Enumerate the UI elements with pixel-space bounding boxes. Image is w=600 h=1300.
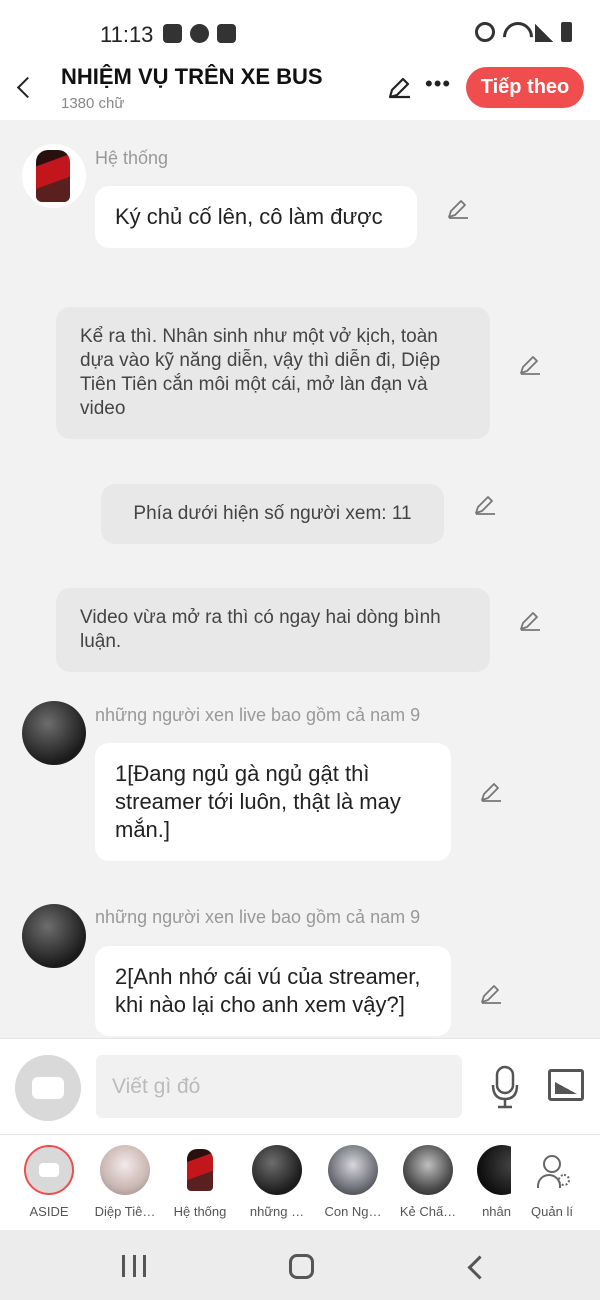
status-bar: 11:13 — [0, 0, 600, 60]
character-aside[interactable]: ASIDE — [13, 1145, 85, 1219]
character-diep-tien[interactable]: Diệp Tiê… — [89, 1145, 161, 1219]
message-bubble[interactable]: 2[Anh nhớ cái vú của streamer, khi nào l… — [95, 946, 451, 1036]
pencil-icon — [481, 985, 501, 1004]
input-bar — [0, 1038, 600, 1134]
more-icon: ••• — [425, 71, 452, 96]
back-button[interactable] — [12, 72, 36, 102]
avatar — [100, 1145, 150, 1195]
character-label: Hệ thống — [173, 1204, 227, 1219]
home-button[interactable] — [289, 1254, 314, 1279]
notification-icons — [163, 24, 236, 43]
system-icons — [475, 22, 572, 42]
character-strip: ASIDE Diệp Tiê… Hệ thống những … Con Ng…… — [0, 1134, 600, 1230]
character-label: Con Ng… — [324, 1204, 382, 1219]
word-count: 1380 chữ — [61, 95, 125, 112]
aside-toggle-button[interactable] — [15, 1055, 81, 1121]
character-label: những … — [249, 1204, 305, 1219]
next-button[interactable]: Tiếp theo — [466, 67, 584, 108]
pencil-icon — [388, 77, 410, 99]
manage-label: Quản lí — [531, 1204, 573, 1219]
character-he-thong[interactable]: Hệ thống — [164, 1145, 236, 1219]
alarm-icon — [475, 22, 495, 42]
edit-title-button[interactable] — [386, 75, 412, 101]
voice-input-button[interactable] — [490, 1065, 520, 1109]
narration-bubble[interactable]: Phía dưới hiện số người xem: 11 — [101, 484, 444, 544]
narration-bubble[interactable]: Kể ra thì. Nhân sinh như một vở kịch, to… — [56, 307, 490, 439]
message-bubble[interactable]: 1[Đang ngủ gà ngủ gật thì streamer tới l… — [95, 743, 451, 861]
character-label: Kẻ Chấ… — [399, 1204, 457, 1219]
aside-icon — [32, 1077, 64, 1099]
avatar — [403, 1145, 453, 1195]
avatar — [175, 1145, 225, 1195]
edit-message-button[interactable] — [446, 197, 470, 221]
wifi-icon — [503, 22, 527, 42]
pencil-icon — [481, 783, 501, 802]
avatar — [252, 1145, 302, 1195]
avatar-viewers[interactable] — [22, 701, 86, 765]
sender-name: những người xen live bao gồm cả nam 9 — [95, 907, 421, 927]
character-nhan[interactable]: nhân — [455, 1145, 511, 1219]
image-icon[interactable] — [548, 1069, 584, 1101]
pencil-icon — [448, 200, 468, 219]
status-time: 11:13 — [100, 22, 154, 47]
edit-message-button[interactable] — [479, 982, 503, 1006]
character-ke-cha[interactable]: Kẻ Chấ… — [392, 1145, 464, 1219]
messenger-notification-icon — [190, 24, 209, 43]
edit-message-button[interactable] — [518, 609, 542, 633]
avatar-he-thong[interactable] — [22, 144, 86, 208]
manage-characters-button[interactable]: Quản lí — [516, 1145, 588, 1219]
sender-name: Hệ thống — [95, 148, 169, 168]
more-options-button[interactable]: ••• — [425, 73, 451, 101]
sender-name: những người xen live bao gồm cả nam 9 — [95, 705, 421, 725]
edit-message-button[interactable] — [518, 353, 542, 377]
narration-bubble[interactable]: Video vừa mở ra thì có ngay hai dòng bìn… — [56, 588, 490, 672]
message-bubble[interactable]: Ký chủ cố lên, cô làm được — [95, 186, 417, 248]
pencil-icon — [520, 356, 540, 375]
character-label: nhân — [482, 1204, 511, 1219]
page-title: NHIỆM VỤ TRÊN XE BUS — [61, 64, 323, 89]
system-back-button[interactable] — [465, 1255, 489, 1279]
character-label: Diệp Tiê… — [94, 1204, 156, 1219]
avatar-viewers[interactable] — [22, 904, 86, 968]
pencil-icon — [475, 496, 495, 515]
avatar — [328, 1145, 378, 1195]
character-viewers[interactable]: những … — [241, 1145, 313, 1219]
recent-apps-button[interactable] — [122, 1255, 146, 1277]
microphone-icon — [491, 1065, 519, 1109]
aside-avatar — [24, 1145, 74, 1195]
pencil-icon — [520, 612, 540, 631]
user-settings-icon — [527, 1145, 577, 1195]
edit-message-button[interactable] — [479, 780, 503, 804]
avatar — [477, 1145, 511, 1195]
system-nav-bar — [0, 1230, 600, 1300]
character-con-ng[interactable]: Con Ng… — [317, 1145, 389, 1219]
battery-icon — [561, 22, 572, 42]
character-label: ASIDE — [29, 1204, 69, 1219]
signal-icon — [535, 24, 553, 42]
youtube-notification-icon — [217, 24, 236, 43]
message-input[interactable] — [96, 1055, 462, 1118]
chat-area[interactable]: Hệ thống Ký chủ cố lên, cô làm được Kể r… — [0, 120, 600, 1038]
header: NHIỆM VỤ TRÊN XE BUS 1380 chữ ••• Tiếp t… — [0, 60, 600, 120]
gallery-notification-icon — [163, 24, 182, 43]
edit-message-button[interactable] — [473, 493, 497, 517]
